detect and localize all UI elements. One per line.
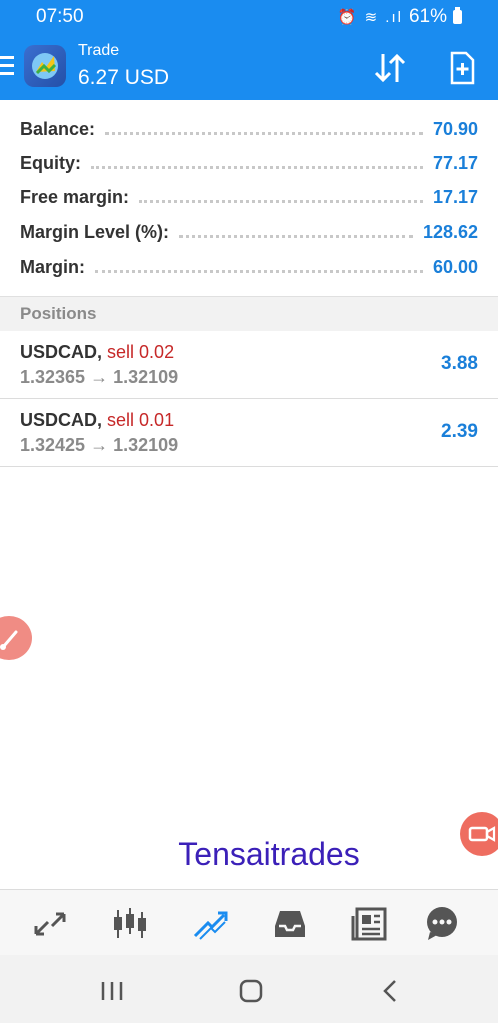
bottom-navigation [0, 889, 498, 956]
watermark-text: Tensaitrades [178, 836, 360, 872]
system-navigation-bar [0, 955, 498, 1023]
status-time: 07:50 [36, 6, 84, 27]
summary-label: Equity: [20, 152, 81, 173]
signal-icons: ⏰ ≋ .ıl [337, 9, 403, 26]
pen-overlay-icon[interactable] [0, 616, 32, 660]
dotted-leader [95, 269, 423, 273]
position-prices: 1.32425 → 1.32109 [20, 435, 179, 455]
position-profit: 2.39 [441, 421, 478, 442]
position-title: USDCAD, sell 0.02 [20, 342, 174, 363]
dotted-leader [91, 165, 423, 169]
account-summary: Balance: 70.90 Equity: 77.17 Free margin… [0, 100, 498, 296]
sort-arrows-icon[interactable] [370, 50, 410, 86]
position-row[interactable]: USDCAD, sell 0.02 1.32365 → 1.32109 3.88 [0, 331, 498, 399]
profit-total: 6.27 USD [78, 66, 170, 89]
trade-icon[interactable] [190, 904, 230, 944]
hamburger-icon[interactable] [0, 56, 14, 80]
dotted-leader [179, 234, 413, 238]
news-icon[interactable] [350, 904, 390, 944]
position-title: USDCAD, sell 0.01 [20, 410, 174, 431]
page-title: Trade [78, 42, 120, 59]
dotted-leader [139, 199, 423, 203]
position-side: sell 0.02 [107, 342, 175, 362]
position-side: sell 0.01 [107, 410, 175, 430]
positions-title: Positions [20, 304, 97, 323]
position-row[interactable]: USDCAD, sell 0.01 1.32425 → 1.32109 2.39 [0, 399, 498, 467]
metatrader-logo[interactable] [24, 45, 66, 87]
summary-row-balance: Balance: 70.90 [20, 112, 478, 146]
recent-apps-icon[interactable] [92, 975, 132, 1007]
history-icon[interactable] [270, 904, 310, 944]
position-symbol: USDCAD, [20, 342, 103, 362]
summary-label: Balance: [20, 118, 96, 139]
new-order-icon[interactable] [444, 50, 480, 86]
app-bar: Trade 6.27 USD [0, 36, 498, 100]
summary-row-margin-level: Margin Level (%): 128.62 [20, 215, 478, 249]
position-symbol: USDCAD, [20, 410, 103, 430]
summary-row-margin: Margin: 60.00 [20, 250, 478, 284]
summary-value: 77.17 [432, 152, 478, 173]
back-icon[interactable] [370, 975, 410, 1007]
summary-label: Margin: [20, 256, 85, 277]
quotes-icon[interactable] [30, 904, 70, 944]
home-icon[interactable] [231, 975, 271, 1007]
summary-label: Free margin: [20, 186, 130, 207]
summary-value: 60.00 [432, 256, 478, 277]
dotted-leader [105, 131, 423, 135]
summary-value: 128.62 [422, 221, 478, 242]
summary-row-free-margin: Free margin: 17.17 [20, 180, 478, 214]
summary-value: 70.90 [432, 118, 478, 139]
positions-header: Positions [0, 296, 498, 332]
position-profit: 3.88 [441, 353, 478, 374]
status-indicators: ⏰ ≋ .ıl 61% [338, 6, 462, 28]
battery-percent: 61% [408, 6, 447, 27]
summary-label: Margin Level (%): [20, 221, 170, 242]
summary-row-equity: Equity: 77.17 [20, 146, 478, 180]
position-prices: 1.32365 → 1.32109 [20, 367, 179, 387]
chart-icon[interactable] [110, 904, 150, 944]
summary-value: 17.17 [432, 186, 478, 207]
chat-icon[interactable] [422, 904, 462, 944]
status-bar: 07:50 ⏰ ≋ .ıl 61% [0, 0, 498, 36]
battery-icon [453, 7, 462, 24]
